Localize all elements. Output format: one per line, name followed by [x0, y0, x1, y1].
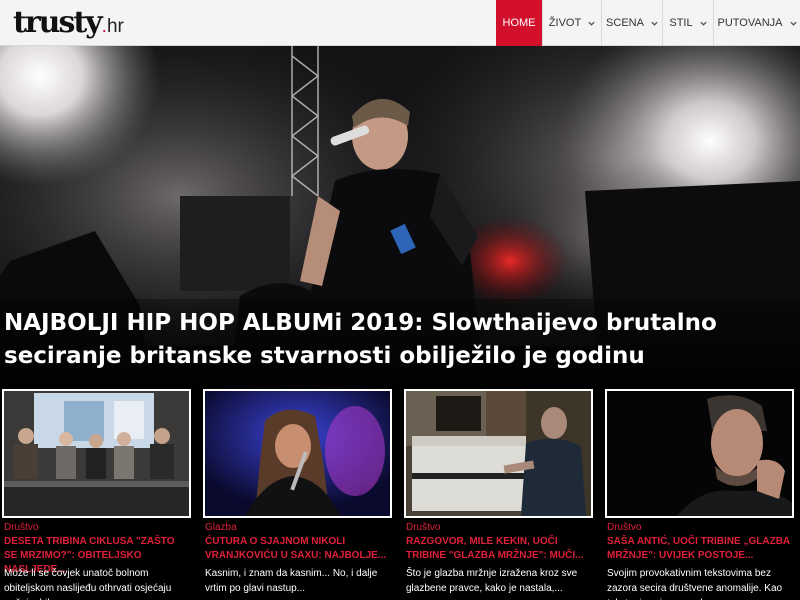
article-title[interactable]: ĆUTURA O SJAJNOM NIKOLI VRANJKOVIĆU U SA… — [205, 535, 391, 563]
article-category[interactable]: Društvo — [4, 522, 38, 533]
portrait-photo — [607, 391, 792, 516]
chevron-down-icon — [699, 21, 707, 26]
article-card[interactable]: Društvo DESETA TRIBINA CIKLUSA "ZAŠTO SE… — [2, 389, 192, 600]
nav-item-label: STIL — [669, 17, 693, 29]
chevron-down-icon — [789, 21, 797, 26]
article-excerpt: Kasnim, i znam da kasnim... No, i dalje … — [205, 568, 378, 594]
nav-item-label: PUTOVANJA — [717, 17, 783, 29]
article-grid: Društvo DESETA TRIBINA CIKLUSA "ZAŠTO SE… — [0, 384, 800, 600]
article-card[interactable]: Društvo SAŠA ANTIĆ, UOČI TRIBINE „GLAZBA… — [605, 389, 795, 600]
nav-item-label: HOME — [502, 17, 536, 29]
article-category[interactable]: Glazba — [205, 522, 237, 533]
main-nav: HOME ŽIVOT SCENA STIL PUTOVANJA — [496, 0, 800, 46]
article-category[interactable]: Društvo — [406, 522, 440, 533]
nav-item-scena[interactable]: SCENA — [601, 0, 662, 46]
nav-item-label: ŽIVOT — [548, 17, 582, 29]
nav-item-zivot[interactable]: ŽIVOT — [542, 0, 601, 46]
nav-item-putovanja[interactable]: PUTOVANJA — [713, 0, 800, 46]
logo-tld: .hr — [101, 16, 124, 37]
site-logo[interactable]: trusty .hr — [13, 6, 124, 40]
piano-photo — [406, 391, 591, 516]
site-header: trusty .hr HOME ŽIVOT SCENA STIL PUTOVAN… — [0, 0, 800, 46]
hero-headline[interactable]: NAJBOLJI HIP HOP ALBUMi 2019: Slowthaije… — [4, 307, 794, 373]
featured-article[interactable]: NAJBOLJI HIP HOP ALBUMi 2019: Slowthaije… — [0, 46, 800, 384]
nav-item-home[interactable]: HOME — [496, 0, 542, 46]
nav-item-label: SCENA — [606, 17, 644, 29]
nav-item-stil[interactable]: STIL — [662, 0, 713, 46]
article-card[interactable]: Glazba ĆUTURA O SJAJNOM NIKOLI VRANJKOVI… — [203, 389, 393, 600]
article-thumbnail[interactable] — [605, 389, 794, 518]
article-thumbnail[interactable] — [203, 389, 392, 518]
logo-wordmark: trusty — [13, 5, 103, 40]
article-category[interactable]: Društvo — [607, 522, 641, 533]
chevron-down-icon — [588, 21, 595, 26]
article-excerpt: Što je glazba mržnje izražena kroz sve g… — [406, 568, 578, 594]
article-title[interactable]: RAZGOVOR, MILE KEKIN, UOČI TRIBINE "GLAZ… — [406, 535, 592, 563]
article-thumbnail[interactable] — [2, 389, 191, 518]
concert-photo — [205, 391, 390, 516]
article-card[interactable]: Društvo RAZGOVOR, MILE KEKIN, UOČI TRIBI… — [404, 389, 594, 600]
chevron-down-icon — [651, 21, 658, 26]
article-thumbnail[interactable] — [404, 389, 593, 518]
panel-photo — [4, 391, 189, 516]
article-excerpt: Može li se čovjek unatoč bolnom obiteljs… — [4, 568, 172, 600]
article-excerpt: Svojim provokativnim tekstovima bez zazo… — [607, 568, 783, 600]
article-title[interactable]: SAŠA ANTIĆ, UOČI TRIBINE „GLAZBA MRŽNJE"… — [607, 535, 793, 563]
